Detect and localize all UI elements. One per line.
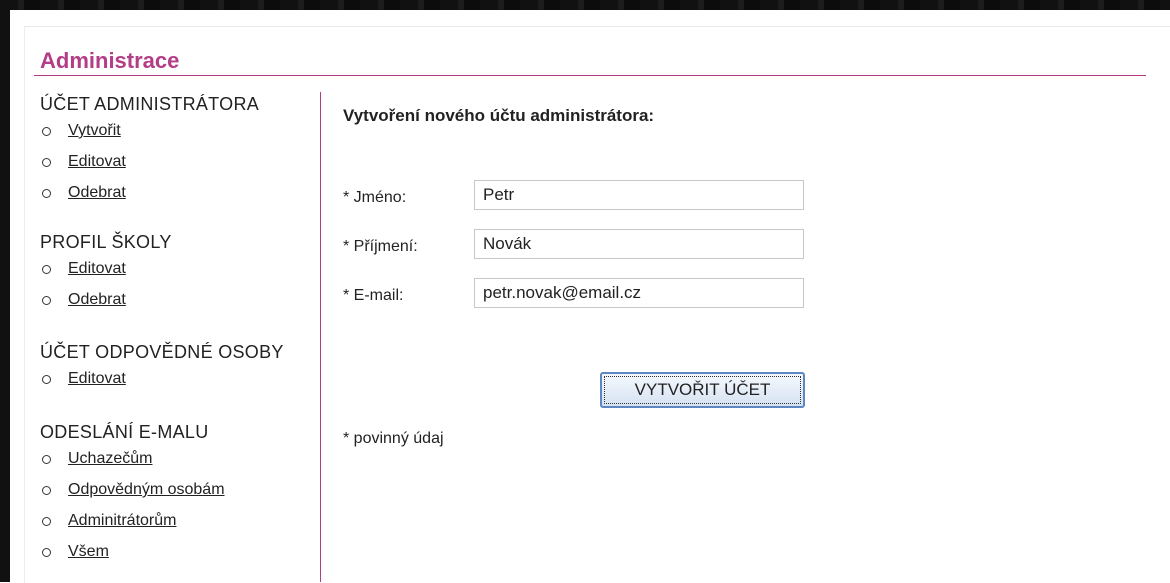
page-title: Administrace <box>40 48 180 73</box>
sidebar-link[interactable]: Vytvořit <box>68 122 121 139</box>
sidebar-item-email-applicants[interactable]: Uchazečům <box>40 443 225 474</box>
sidebar-section-title: PROFIL ŠKOLY <box>40 232 172 252</box>
create-account-button[interactable]: VYTVOŘIT ÚČET <box>600 372 805 408</box>
email-input[interactable] <box>474 278 804 308</box>
sidebar-item-edit-admin[interactable]: Editovat <box>40 146 259 177</box>
sidebar-link[interactable]: Editovat <box>68 260 126 277</box>
email-label: * E-mail: <box>343 287 404 304</box>
circle-bullet-icon <box>42 375 51 384</box>
circle-bullet-icon <box>42 158 51 167</box>
sidebar-divider <box>320 92 321 582</box>
window-top-border <box>0 0 1170 10</box>
sidebar-link[interactable]: Odebrat <box>68 291 126 308</box>
sidebar-link[interactable]: Odebrat <box>68 184 126 201</box>
sidebar-item-remove-school[interactable]: Odebrat <box>40 284 172 315</box>
sidebar-section-title: ÚČET ADMINISTRÁTORA <box>40 94 260 114</box>
required-field-note: * povinný údaj <box>343 430 444 447</box>
circle-bullet-icon <box>42 189 51 198</box>
sidebar-link[interactable]: Uchazečům <box>68 450 152 467</box>
window-left-border <box>0 0 10 582</box>
header-divider <box>34 75 1146 76</box>
circle-bullet-icon <box>42 486 51 495</box>
sidebar-item-email-all[interactable]: Všem <box>40 536 225 567</box>
sidebar-item-email-responsible[interactable]: Odpovědným osobám <box>40 474 225 505</box>
circle-bullet-icon <box>42 517 51 526</box>
sidebar-link[interactable]: Všem <box>68 543 109 560</box>
circle-bullet-icon <box>42 548 51 557</box>
sidebar-link[interactable]: Editovat <box>68 370 126 387</box>
last-name-input[interactable] <box>474 229 804 259</box>
sidebar-section-send-email: ODESLÁNÍ E-MALU Uchazečům Odpovědným oso… <box>40 422 225 567</box>
sidebar-link[interactable]: Odpovědným osobám <box>68 481 225 498</box>
sidebar-section-responsible-person: ÚČET ODPOVĚDNÉ OSOBY Editovat <box>40 342 284 394</box>
sidebar-link[interactable]: Editovat <box>68 153 126 170</box>
circle-bullet-icon <box>42 455 51 464</box>
form-heading: Vytvoření nového účtu administrátora: <box>343 106 655 125</box>
sidebar-item-edit-school[interactable]: Editovat <box>40 253 172 284</box>
sidebar-section-admin-account: ÚČET ADMINISTRÁTORA Vytvořit Editovat Od… <box>40 94 259 208</box>
circle-bullet-icon <box>42 296 51 305</box>
sidebar-link[interactable]: Adminitrátorům <box>68 512 176 529</box>
sidebar-section-school-profile: PROFIL ŠKOLY Editovat Odebrat <box>40 232 172 315</box>
sidebar-section-title: ÚČET ODPOVĚDNÉ OSOBY <box>40 342 284 362</box>
circle-bullet-icon <box>42 265 51 274</box>
sidebar-section-title: ODESLÁNÍ E-MALU <box>40 422 209 442</box>
sidebar-item-edit-responsible[interactable]: Editovat <box>40 363 284 394</box>
first-name-input[interactable] <box>474 180 804 210</box>
circle-bullet-icon <box>42 127 51 136</box>
last-name-label: * Příjmení: <box>343 238 418 255</box>
first-name-label: * Jméno: <box>343 189 407 206</box>
sidebar-item-remove-admin[interactable]: Odebrat <box>40 177 259 208</box>
sidebar-item-create-admin[interactable]: Vytvořit <box>40 115 259 146</box>
sidebar-item-email-admins[interactable]: Adminitrátorům <box>40 505 225 536</box>
